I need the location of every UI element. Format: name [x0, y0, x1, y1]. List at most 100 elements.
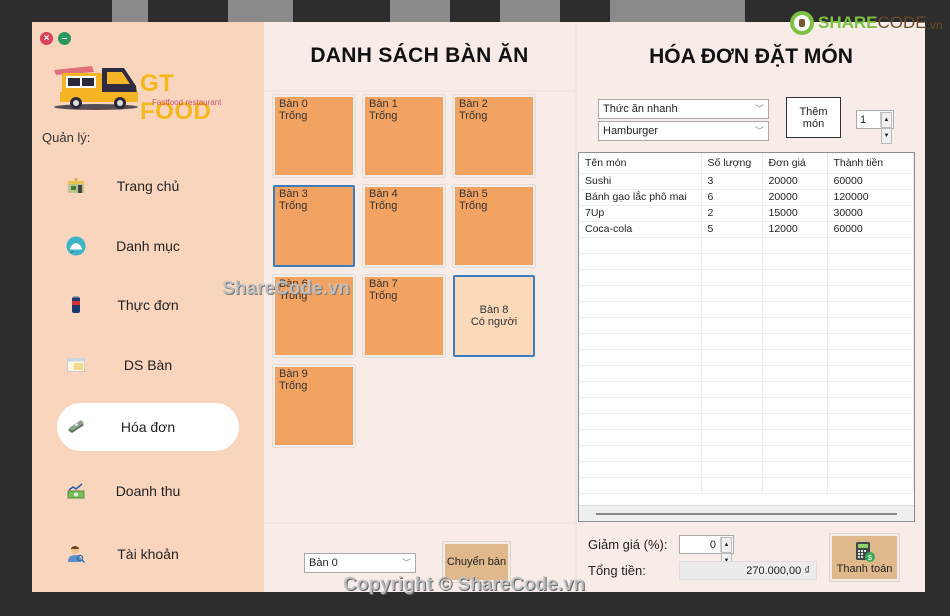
table-name: Bàn 3 — [279, 188, 308, 200]
minimize-window-button[interactable]: – — [58, 32, 71, 45]
table-cell — [579, 269, 702, 286]
table-button-7[interactable]: Bàn 7 Trống — [363, 275, 445, 357]
increment-icon[interactable]: ▲ — [721, 537, 732, 553]
desktop-background-block — [228, 0, 293, 22]
empty-table-row[interactable] — [579, 253, 914, 270]
sidebar-item-menu[interactable]: Thực đơn — [57, 281, 239, 329]
empty-table-row[interactable] — [579, 333, 914, 350]
table-name: Bàn 9 — [279, 368, 308, 380]
table-row[interactable]: Coca-cola 5 12000 60000 — [579, 221, 914, 238]
table-cell — [701, 461, 763, 478]
total-amount-value: 270.000,00 ₫ — [746, 565, 810, 577]
table-row[interactable]: Sushi 3 20000 60000 — [579, 173, 914, 190]
brand-subtitle: Fastfood restaurant — [152, 98, 222, 107]
table-cell — [762, 349, 828, 366]
table-cell — [701, 349, 763, 366]
increment-icon[interactable]: ▲ — [881, 112, 892, 128]
sidebar-item-home[interactable]: Trang chủ — [57, 162, 239, 210]
table-cell — [827, 429, 914, 446]
food-select[interactable]: Hamburger ﹀ — [598, 121, 769, 141]
table-name: Bàn 5 — [459, 188, 488, 200]
table-button-0[interactable]: Bàn 0 Trống — [273, 95, 355, 177]
table-button-2[interactable]: Bàn 2 Trống — [453, 95, 535, 177]
table-button-9[interactable]: Bàn 9 Trống — [273, 365, 355, 447]
sidebar-item-label: Danh mục — [116, 238, 180, 254]
sidebar-item-label: DS Bàn — [123, 357, 173, 373]
empty-table-row[interactable] — [579, 365, 914, 382]
column-header-food-name[interactable]: Tên món — [579, 153, 702, 174]
sharecode-watermark-logo: SHARE CODE .vn — [790, 8, 943, 38]
add-food-button[interactable]: Thêm món — [786, 97, 841, 138]
empty-table-row[interactable] — [579, 237, 914, 254]
table-button-4[interactable]: Bàn 4 Trống — [363, 185, 445, 267]
table-cell: 12000 — [762, 221, 828, 238]
desktop-background-block — [390, 0, 450, 22]
checkout-button[interactable]: $ Thanh toán — [830, 534, 899, 581]
sidebar-item-categories[interactable]: Danh mục — [57, 222, 239, 270]
table-button-1[interactable]: Bàn 1 Trống — [363, 95, 445, 177]
table-cell — [762, 269, 828, 286]
tables-grid: Bàn 0 Trống Bàn 1 Trống Bàn 2 Trống Bàn 3 Tr… — [264, 92, 575, 522]
switch-table-select[interactable]: Bàn 0 ﹀ — [304, 553, 416, 573]
table-cell — [701, 253, 763, 270]
decrement-icon[interactable]: ▼ — [881, 128, 892, 144]
scrollbar-thumb[interactable] — [596, 513, 897, 515]
table-button-3[interactable]: Bàn 3 Trống — [273, 185, 355, 267]
empty-table-row[interactable] — [579, 301, 914, 318]
empty-table-row[interactable] — [579, 477, 914, 494]
horizontal-scrollbar[interactable] — [579, 505, 914, 521]
table-cell — [762, 301, 828, 318]
sidebar-item-table-list[interactable]: DS Bàn — [57, 341, 239, 389]
table-cell: 20000 — [762, 173, 828, 190]
tables-panel-footer: Bàn 0 ﹀ Chuyển bàn — [264, 522, 575, 592]
table-cell: 20000 — [762, 189, 828, 206]
table-status: Trống — [279, 380, 308, 392]
column-divider — [575, 22, 577, 592]
table-cell: 120000 — [827, 189, 914, 206]
table-cell — [762, 461, 828, 478]
table-name: Bàn 8 — [479, 304, 509, 316]
table-cell — [579, 429, 702, 446]
sidebar-item-invoice[interactable]: Hóa đơn — [57, 403, 239, 451]
table-cell — [827, 365, 914, 382]
checkout-button-label: Thanh toán — [836, 562, 893, 575]
table-cell: 5 — [701, 221, 763, 238]
column-header-amount[interactable]: Thành tiền — [827, 153, 914, 174]
empty-table-row[interactable] — [579, 285, 914, 302]
switch-table-select-value: Bàn 0 — [309, 557, 338, 569]
table-button-8[interactable]: Bàn 8 Có người — [453, 275, 535, 357]
table-cell: 6 — [701, 189, 763, 206]
empty-table-row[interactable] — [579, 269, 914, 286]
sidebar-item-revenue[interactable]: Doanh thu — [57, 467, 239, 515]
quantity-stepper[interactable]: 1 ▲ ▼ — [856, 110, 894, 144]
empty-table-row[interactable] — [579, 429, 914, 446]
empty-table-row[interactable] — [579, 381, 914, 398]
table-cell — [762, 365, 828, 382]
table-cell — [827, 301, 914, 318]
table-row[interactable]: Bánh gạo lắc phô mai 6 20000 120000 — [579, 189, 914, 206]
column-header-quantity[interactable]: Số lượng — [701, 153, 763, 174]
table-button-6[interactable]: Bàn 6 Trống — [273, 275, 355, 357]
empty-table-row[interactable] — [579, 413, 914, 430]
switch-table-button[interactable]: Chuyển bàn — [443, 542, 510, 582]
table-row[interactable]: 7Up 2 15000 30000 — [579, 205, 914, 222]
column-header-unit-price[interactable]: Đơn giá — [762, 153, 828, 174]
category-select[interactable]: Thức ăn nhanh ﹀ — [598, 99, 769, 119]
empty-table-row[interactable] — [579, 317, 914, 334]
order-items-grid[interactable]: Tên món Số lượng Đơn giá Thành tiền Sush… — [578, 152, 915, 522]
management-section-label: Quản lý: — [42, 130, 91, 145]
close-window-button[interactable]: × — [40, 32, 53, 45]
empty-table-row[interactable] — [579, 349, 914, 366]
table-cell — [579, 253, 702, 270]
table-cell — [579, 461, 702, 478]
empty-table-row[interactable] — [579, 397, 914, 414]
discount-stepper[interactable]: 0 ▲▼ — [679, 535, 734, 569]
table-cell: 30000 — [827, 205, 914, 222]
empty-table-row[interactable] — [579, 461, 914, 478]
table-name: Bàn 4 — [369, 188, 398, 200]
food-select-value: Hamburger — [603, 125, 659, 137]
sidebar-item-account[interactable]: Tài khoản — [57, 530, 239, 578]
empty-table-row[interactable] — [579, 445, 914, 462]
table-cell: 60000 — [827, 173, 914, 190]
table-button-5[interactable]: Bàn 5 Trống — [453, 185, 535, 267]
